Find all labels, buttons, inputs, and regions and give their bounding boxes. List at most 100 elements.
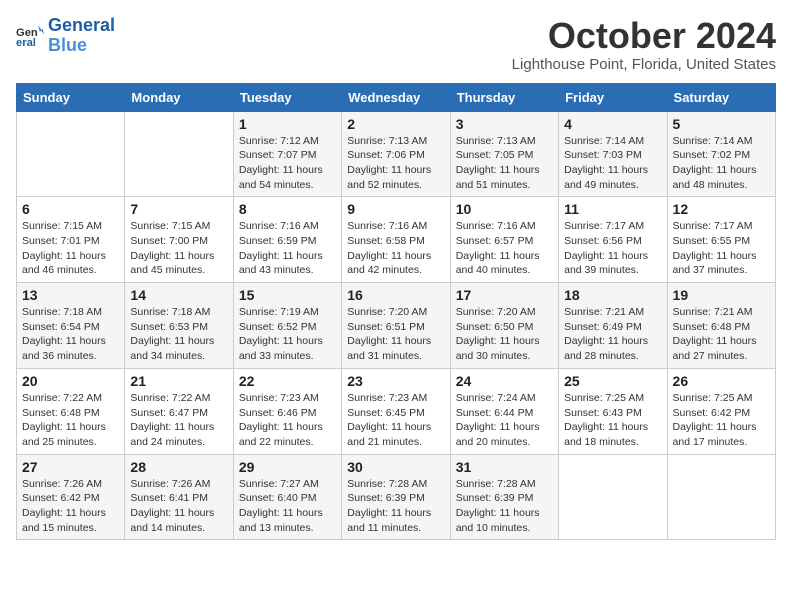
day-cell: 12Sunrise: 7:17 AM Sunset: 6:55 PM Dayli… [667,197,775,283]
day-info: Sunrise: 7:22 AM Sunset: 6:48 PM Dayligh… [22,391,119,450]
day-info: Sunrise: 7:28 AM Sunset: 6:39 PM Dayligh… [347,477,444,536]
day-cell: 27Sunrise: 7:26 AM Sunset: 6:42 PM Dayli… [17,454,125,540]
day-info: Sunrise: 7:12 AM Sunset: 7:07 PM Dayligh… [239,134,336,193]
day-cell: 20 Sunrise: 7:22 AM Sunset: 6:48 PM Dayli… [17,368,125,454]
location: Lighthouse Point, Florida, United States [512,56,776,73]
day-info: Sunrise: 7:20 AM Sunset: 6:50 PM Dayligh… [456,305,553,364]
day-info: Sunrise: 7:25 AM Sunset: 6:43 PM Dayligh… [564,391,661,450]
header-cell-wednesday: Wednesday [342,83,450,111]
day-info: Sunrise: 7:20 AM Sunset: 6:51 PM Dayligh… [347,305,444,364]
day-number: 18 [564,287,661,303]
day-info: Sunrise: 7:28 AM Sunset: 6:39 PM Dayligh… [456,477,553,536]
day-cell: 18 Sunrise: 7:21 AM Sunset: 6:49 PM Dayli… [559,283,667,369]
day-cell: 10 Sunrise: 7:16 AM Sunset: 6:57 PM Dayli… [450,197,558,283]
day-info: Sunrise: 7:22 AM Sunset: 6:47 PM Dayligh… [130,391,227,450]
day-info: Sunrise: 7:15 AM Sunset: 7:00 PM Dayligh… [130,219,227,278]
day-info: Sunrise: 7:16 AM Sunset: 6:58 PM Dayligh… [347,219,444,278]
day-info: Sunrise: 7:14 AM Sunset: 7:02 PM Dayligh… [673,134,770,193]
day-number: 11 [564,201,661,217]
day-number: 29 [239,459,336,475]
page-header: Gen eral GeneralBlue October 2024 Lighth… [16,16,776,73]
day-info: Sunrise: 7:13 AM Sunset: 7:06 PM Dayligh… [347,134,444,193]
day-number: 20 [22,373,119,389]
day-cell: 3Sunrise: 7:13 AM Sunset: 7:05 PM Daylig… [450,111,558,197]
day-number: 19 [673,287,770,303]
day-info: Sunrise: 7:21 AM Sunset: 6:49 PM Dayligh… [564,305,661,364]
day-cell: 4Sunrise: 7:14 AM Sunset: 7:03 PM Daylig… [559,111,667,197]
day-cell: 31Sunrise: 7:28 AM Sunset: 6:39 PM Dayli… [450,454,558,540]
day-cell: 29 Sunrise: 7:27 AM Sunset: 6:40 PM Dayli… [233,454,341,540]
day-cell: 15 Sunrise: 7:19 AM Sunset: 6:52 PM Dayli… [233,283,341,369]
day-number: 23 [347,373,444,389]
day-number: 10 [456,201,553,217]
day-cell: 14Sunrise: 7:18 AM Sunset: 6:53 PM Dayli… [125,283,233,369]
day-number: 13 [22,287,119,303]
header-cell-tuesday: Tuesday [233,83,341,111]
header-cell-thursday: Thursday [450,83,558,111]
day-info: Sunrise: 7:16 AM Sunset: 6:57 PM Dayligh… [456,219,553,278]
day-cell: 24 Sunrise: 7:24 AM Sunset: 6:44 PM Dayli… [450,368,558,454]
month-title: October 2024 [512,16,776,56]
header-row: SundayMondayTuesdayWednesdayThursdayFrid… [17,83,776,111]
day-number: 22 [239,373,336,389]
day-cell: 1Sunrise: 7:12 AM Sunset: 7:07 PM Daylig… [233,111,341,197]
day-info: Sunrise: 7:16 AM Sunset: 6:59 PM Dayligh… [239,219,336,278]
day-cell [559,454,667,540]
svg-text:eral: eral [16,37,36,49]
calendar-header: SundayMondayTuesdayWednesdayThursdayFrid… [17,83,776,111]
day-number: 9 [347,201,444,217]
day-info: Sunrise: 7:27 AM Sunset: 6:40 PM Dayligh… [239,477,336,536]
day-cell: 9 Sunrise: 7:16 AM Sunset: 6:58 PM Daylig… [342,197,450,283]
day-number: 5 [673,116,770,132]
day-info: Sunrise: 7:24 AM Sunset: 6:44 PM Dayligh… [456,391,553,450]
week-row-3: 13Sunrise: 7:18 AM Sunset: 6:54 PM Dayli… [17,283,776,369]
day-cell [667,454,775,540]
day-info: Sunrise: 7:18 AM Sunset: 6:53 PM Dayligh… [130,305,227,364]
title-block: October 2024 Lighthouse Point, Florida, … [512,16,776,73]
week-row-5: 27Sunrise: 7:26 AM Sunset: 6:42 PM Dayli… [17,454,776,540]
day-number: 12 [673,201,770,217]
day-number: 28 [130,459,227,475]
header-cell-friday: Friday [559,83,667,111]
day-number: 15 [239,287,336,303]
day-number: 24 [456,373,553,389]
header-cell-sunday: Sunday [17,83,125,111]
day-cell: 7 Sunrise: 7:15 AM Sunset: 7:00 PM Daylig… [125,197,233,283]
day-cell: 25 Sunrise: 7:25 AM Sunset: 6:43 PM Dayli… [559,368,667,454]
day-number: 7 [130,201,227,217]
day-info: Sunrise: 7:15 AM Sunset: 7:01 PM Dayligh… [22,219,119,278]
day-cell [125,111,233,197]
day-cell: 19 Sunrise: 7:21 AM Sunset: 6:48 PM Dayli… [667,283,775,369]
day-info: Sunrise: 7:19 AM Sunset: 6:52 PM Dayligh… [239,305,336,364]
day-number: 30 [347,459,444,475]
day-cell: 2 Sunrise: 7:13 AM Sunset: 7:06 PM Daylig… [342,111,450,197]
day-number: 25 [564,373,661,389]
day-info: Sunrise: 7:21 AM Sunset: 6:48 PM Dayligh… [673,305,770,364]
calendar-body: 1Sunrise: 7:12 AM Sunset: 7:07 PM Daylig… [17,111,776,540]
logo: Gen eral GeneralBlue [16,16,115,56]
day-cell: 13Sunrise: 7:18 AM Sunset: 6:54 PM Dayli… [17,283,125,369]
day-cell: 8 Sunrise: 7:16 AM Sunset: 6:59 PM Daylig… [233,197,341,283]
header-cell-saturday: Saturday [667,83,775,111]
day-info: Sunrise: 7:23 AM Sunset: 6:45 PM Dayligh… [347,391,444,450]
week-row-4: 20 Sunrise: 7:22 AM Sunset: 6:48 PM Dayli… [17,368,776,454]
day-info: Sunrise: 7:26 AM Sunset: 6:41 PM Dayligh… [130,477,227,536]
day-number: 2 [347,116,444,132]
day-number: 21 [130,373,227,389]
logo-icon: Gen eral [16,22,44,50]
day-cell: 17Sunrise: 7:20 AM Sunset: 6:50 PM Dayli… [450,283,558,369]
logo-text: GeneralBlue [48,16,115,56]
day-number: 4 [564,116,661,132]
calendar-table: SundayMondayTuesdayWednesdayThursdayFrid… [16,83,776,541]
day-cell: 22Sunrise: 7:23 AM Sunset: 6:46 PM Dayli… [233,368,341,454]
day-cell [17,111,125,197]
day-number: 3 [456,116,553,132]
week-row-2: 6 Sunrise: 7:15 AM Sunset: 7:01 PM Daylig… [17,197,776,283]
day-number: 26 [673,373,770,389]
day-number: 6 [22,201,119,217]
day-cell: 21 Sunrise: 7:22 AM Sunset: 6:47 PM Dayli… [125,368,233,454]
day-cell: 5 Sunrise: 7:14 AM Sunset: 7:02 PM Daylig… [667,111,775,197]
day-cell: 26Sunrise: 7:25 AM Sunset: 6:42 PM Dayli… [667,368,775,454]
day-number: 8 [239,201,336,217]
header-cell-monday: Monday [125,83,233,111]
